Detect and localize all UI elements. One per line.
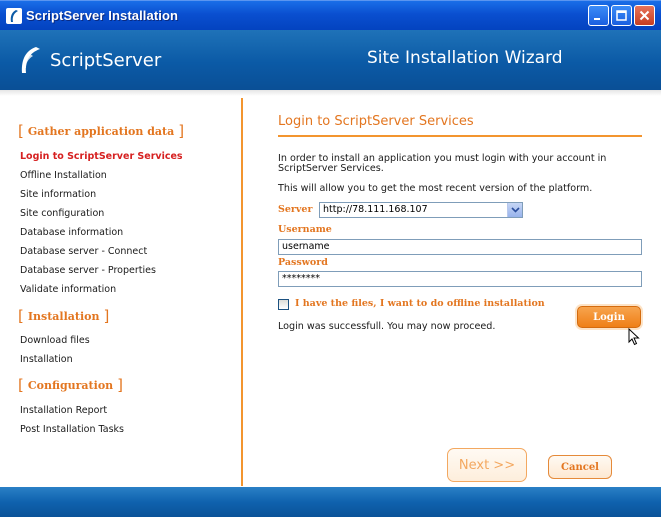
wizard-title: Site Installation Wizard (367, 48, 563, 68)
step-site-configuration[interactable]: Site configuration (20, 208, 104, 219)
status-message: Login was successfull. You may now proce… (278, 321, 496, 332)
step-database-information[interactable]: Database information (20, 227, 123, 238)
step-installation[interactable]: Installation (20, 354, 73, 365)
page-title: Login to ScriptServer Services (278, 114, 474, 129)
step-database-server-properties[interactable]: Database server - Properties (20, 265, 156, 276)
step-installation-report[interactable]: Installation Report (20, 405, 107, 416)
cancel-button[interactable]: Cancel (548, 455, 612, 479)
step-login-to-scriptserver-services[interactable]: Login to ScriptServer Services (20, 151, 183, 162)
step-site-information[interactable]: Site information (20, 189, 96, 200)
chevron-down-icon[interactable] (507, 203, 522, 217)
sidebar-divider (241, 98, 243, 486)
server-select[interactable]: http://78.111.168.107 (319, 202, 523, 218)
password-label: Password (278, 257, 328, 268)
step-offline-installation[interactable]: Offline Installation (20, 170, 107, 181)
step-download-files[interactable]: Download files (20, 335, 90, 346)
logo-text: ScriptServer (50, 49, 162, 71)
app-header: ScriptServer Site Installation Wizard (0, 30, 661, 90)
window-titlebar: ScriptServer Installation (0, 0, 661, 30)
intro-text-line-2: ScriptServer Services. (278, 163, 384, 174)
offline-install-checkbox[interactable] (278, 299, 289, 310)
maximize-icon (616, 10, 627, 21)
window-title: ScriptServer Installation (26, 8, 179, 23)
section-gather-application-data: [Gather application data] (18, 122, 185, 140)
logo-mark-icon (21, 47, 40, 73)
logo: ScriptServer (16, 46, 161, 74)
app-icon (6, 7, 22, 24)
mouse-cursor-icon (628, 328, 640, 346)
step-database-server-connect[interactable]: Database server - Connect (20, 246, 147, 257)
title-underline (278, 135, 642, 137)
minimize-button[interactable] (588, 5, 609, 26)
minimize-icon (594, 18, 600, 20)
server-label: Server (278, 204, 313, 215)
username-input[interactable]: username (278, 239, 642, 255)
password-input[interactable]: ******** (278, 271, 642, 287)
offline-install-label[interactable]: I have the files, I want to do offline i… (295, 298, 545, 309)
step-post-installation-tasks[interactable]: Post Installation Tasks (20, 424, 124, 435)
close-button[interactable] (634, 5, 655, 26)
wizard-steps-sidebar: [Gather application data] Login to Scrip… (0, 96, 240, 486)
step-validate-information[interactable]: Validate information (20, 284, 116, 295)
main-panel: Login to ScriptServer Services In order … (245, 96, 661, 486)
maximize-button[interactable] (611, 5, 632, 26)
server-select-value: http://78.111.168.107 (323, 204, 428, 215)
username-label: Username (278, 224, 332, 235)
close-icon (639, 10, 650, 21)
login-button[interactable]: Login (577, 306, 641, 328)
footer-bar (0, 487, 661, 517)
intro-text-secondary: This will allow you to get the most rece… (278, 183, 593, 194)
next-button[interactable]: Next >> (447, 448, 527, 482)
section-installation: [Installation] (18, 307, 110, 325)
section-configuration: [Configuration] (18, 376, 124, 394)
